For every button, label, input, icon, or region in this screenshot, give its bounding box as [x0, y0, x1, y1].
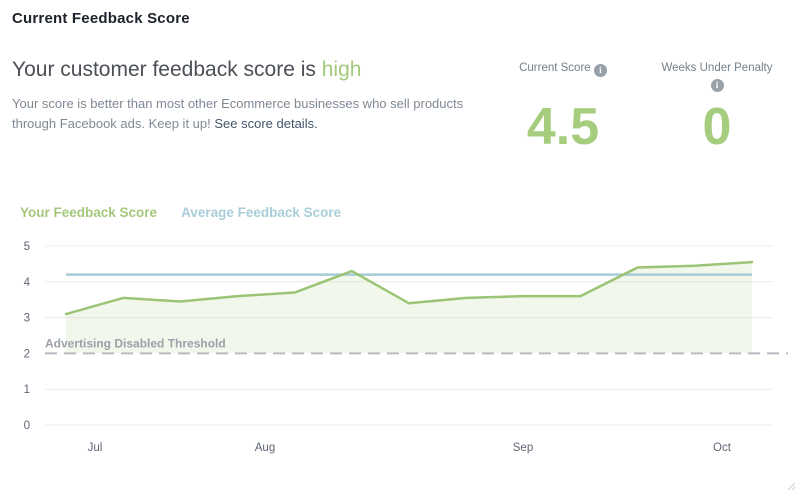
score-headline-highlight: high: [322, 58, 362, 81]
score-description: Your score is better than most other Eco…: [12, 94, 467, 134]
feedback-score-card: Current Feedback Score Your customer fee…: [0, 0, 797, 492]
y-axis-tick-label: 3: [24, 313, 30, 325]
legend-your-feedback-score[interactable]: Your Feedback Score: [20, 205, 157, 220]
see-score-details-link[interactable]: See score details.: [214, 116, 317, 131]
y-axis-tick-label: 5: [24, 241, 30, 253]
weeks-under-penalty-label: Weeks Under Penalty i: [637, 61, 797, 92]
weeks-under-penalty-value: 0: [637, 92, 797, 162]
current-score-value: 4.5: [483, 92, 643, 162]
legend-average-feedback-score[interactable]: Average Feedback Score: [181, 205, 341, 220]
resize-handle-icon[interactable]: [787, 482, 796, 491]
current-score-label: Current Score i: [483, 61, 643, 77]
chart-legend: Your Feedback Score Average Feedback Sco…: [20, 205, 341, 220]
x-axis-tick-label: Aug: [255, 442, 275, 454]
threshold-label: Advertising Disabled Threshold: [45, 336, 226, 350]
feedback-chart: 0 1 2 3 4 5 Advertising Disabled Threshold Jul A…: [0, 236, 797, 492]
score-headline: Your customer feedback score is high: [12, 58, 361, 82]
x-axis-tick-label: Jul: [88, 442, 103, 454]
y-axis-tick-label: 2: [24, 348, 30, 360]
y-axis-tick-label: 4: [24, 277, 31, 289]
y-axis-tick-label: 0: [24, 420, 30, 432]
info-icon[interactable]: i: [594, 64, 607, 77]
score-headline-text: Your customer feedback score is: [12, 58, 322, 81]
y-axis-tick-label: 1: [24, 384, 30, 396]
x-axis-tick-label: Sep: [513, 442, 533, 454]
info-icon[interactable]: i: [711, 79, 724, 92]
page-title: Current Feedback Score: [12, 10, 190, 27]
x-axis-tick-label: Oct: [713, 442, 732, 454]
